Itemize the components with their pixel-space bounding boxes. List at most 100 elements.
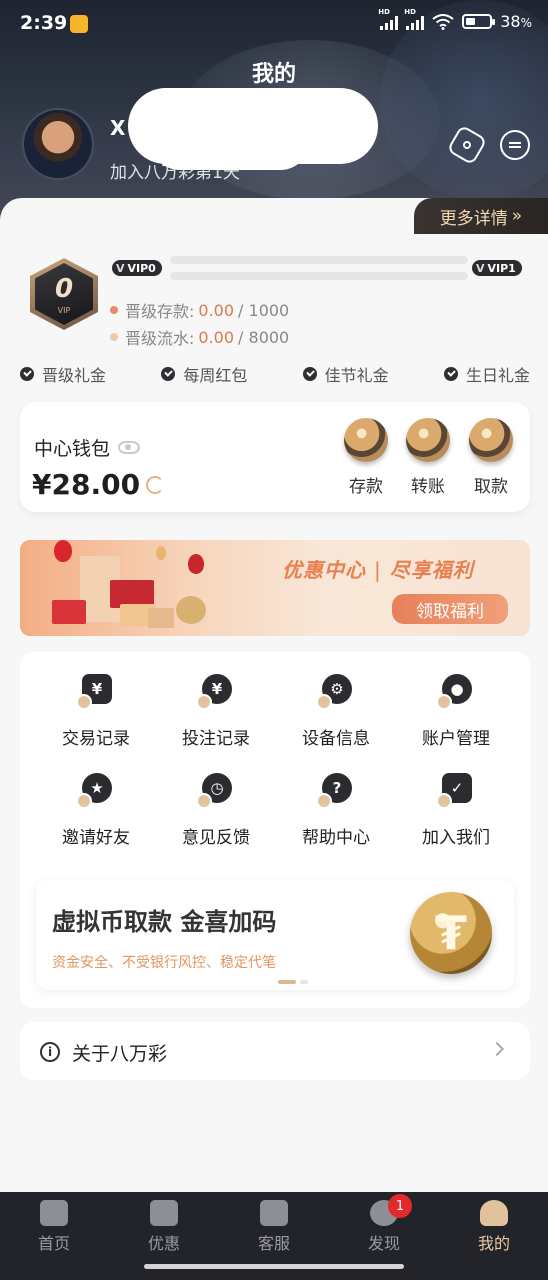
withdraw-button[interactable]: 取款	[461, 418, 521, 497]
more-details-label: 更多详情	[439, 208, 508, 229]
tab-mine[interactable]: 我的	[454, 1200, 534, 1254]
vip-v-icon: V	[476, 261, 485, 275]
turnover-total: / 8000	[238, 327, 290, 347]
vip-v-icon: V	[116, 261, 125, 275]
chat-icon	[260, 1200, 288, 1226]
eye-icon[interactable]	[118, 441, 141, 454]
vip-next-tag: V VIP1	[472, 260, 522, 276]
signal-icon: HD	[404, 8, 425, 30]
double-chevron-right-icon: »	[511, 206, 523, 226]
wallet-title-row: 中心钱包	[34, 434, 141, 461]
users-icon: ●	[436, 672, 476, 712]
hd-label: HD	[404, 7, 416, 16]
user-icon	[480, 1200, 508, 1226]
username: X	[110, 116, 126, 140]
transfer-button[interactable]: 转账	[398, 418, 458, 497]
vip-badge-level: 0	[54, 274, 74, 304]
notification-icon	[70, 15, 88, 33]
grid-item-feedback[interactable]: ◷ 意见反馈	[156, 771, 276, 848]
tab-customer-service[interactable]: 客服	[234, 1200, 314, 1254]
promo-banner[interactable]: 优惠中心 | 尽享福利 领取福利	[20, 540, 530, 636]
gift-box	[52, 600, 86, 624]
crypto-subline: 资金安全、不受银行风控、稳定代笔	[52, 955, 276, 971]
chevron-right-icon	[489, 1041, 505, 1057]
grid-item-device-info[interactable]: ⚙ 设备信息	[276, 672, 396, 749]
vip-perks: 晋级礼金 每周红包 佳节礼金 生日礼金	[20, 362, 530, 386]
deposit-coin-icon	[344, 418, 388, 462]
home-icon	[40, 1200, 68, 1226]
message-icon[interactable]	[500, 130, 530, 160]
withdraw-coin-icon	[469, 418, 513, 462]
vip-level-badge[interactable]: 0 VIP	[30, 258, 98, 330]
grid-item-account-management[interactable]: ● 账户管理	[396, 672, 516, 749]
about-label: 关于八万彩	[72, 1043, 168, 1065]
wallet-card: 中心钱包 ¥28.00 存款 转账 取款	[20, 402, 530, 512]
turnover-progress-bar	[170, 272, 468, 280]
deposit-total: / 1000	[238, 300, 290, 320]
tether-coin-icon: ₮	[410, 892, 492, 974]
star-shield-icon: ★	[76, 771, 116, 811]
grid-item-help-center[interactable]: ? 帮助中心	[276, 771, 396, 848]
status-time: 2:39	[20, 12, 68, 34]
perk-item: 生日礼金	[443, 362, 530, 386]
claim-bonus-button[interactable]: 领取福利	[392, 594, 508, 624]
wallet-title: 中心钱包	[34, 438, 111, 460]
pumpkin-ornament	[176, 596, 206, 624]
question-icon: ?	[316, 771, 356, 811]
transfer-coin-icon	[406, 418, 450, 462]
home-indicator[interactable]	[144, 1264, 404, 1269]
device-gear-icon: ⚙	[316, 672, 356, 712]
turnover-value: 0.00	[198, 327, 235, 347]
carousel-dots	[278, 980, 308, 984]
grid-item-bet-records[interactable]: ¥ 投注记录	[156, 672, 276, 749]
turnover-label: 晋级流水:	[125, 329, 195, 348]
feedback-clock-icon: ◷	[196, 771, 236, 811]
transaction-record-icon: ¥	[76, 672, 116, 712]
balloon	[188, 554, 204, 574]
avatar[interactable]	[22, 108, 94, 180]
vip-badge-label: VIP	[57, 306, 71, 315]
deposit-progress-bar	[170, 256, 468, 264]
tab-promotions[interactable]: 优惠	[124, 1200, 204, 1254]
grid-item-invite-friends[interactable]: ★ 邀请好友	[36, 771, 156, 848]
crypto-headline: 虚拟币取款 金喜加码	[52, 908, 277, 936]
vip-current-tag: V VIP0	[112, 260, 162, 276]
wallet-balance: ¥28.00	[32, 468, 165, 501]
deposit-label: 晋级存款:	[125, 302, 195, 321]
check-circle-icon	[20, 367, 34, 381]
vip-deposit-line: 晋级存款: 0.00 / 1000	[110, 298, 289, 322]
info-icon: i	[40, 1042, 60, 1062]
status-bar: 2:39 HD HD 38%	[0, 0, 548, 48]
deposit-dot	[110, 306, 118, 314]
gift-illustration	[52, 540, 212, 630]
balloon	[54, 540, 72, 562]
battery-icon	[462, 14, 496, 29]
wifi-icon	[432, 13, 454, 30]
deposit-button[interactable]: 存款	[336, 418, 396, 497]
more-details-button[interactable]: 更多详情 »	[414, 198, 548, 234]
crypto-withdraw-banner[interactable]: 虚拟币取款 金喜加码 资金安全、不受银行风控、稳定代笔 ₮	[36, 880, 514, 990]
bet-record-icon: ¥	[196, 672, 236, 712]
perk-item: 每周红包	[161, 362, 247, 386]
promo-slogan: 优惠中心 | 尽享福利	[282, 558, 474, 582]
turnover-dot	[110, 333, 118, 341]
tab-discover[interactable]: 发现	[344, 1200, 424, 1254]
gift-box	[148, 608, 174, 628]
signal-icon: HD	[378, 8, 399, 30]
check-circle-icon	[443, 367, 458, 381]
hd-label: HD	[378, 7, 390, 16]
grid-item-join-us[interactable]: ✓ 加入我们	[396, 771, 516, 848]
about-row[interactable]: i 关于八万彩	[20, 1022, 530, 1080]
services-card: ¥ 交易记录 ¥ 投注记录 ⚙ 设备信息 ● 账户管理 ★ 邀请好友 ◷ 意见反…	[20, 652, 530, 1008]
services-grid: ¥ 交易记录 ¥ 投注记录 ⚙ 设备信息 ● 账户管理 ★ 邀请好友 ◷ 意见反…	[36, 672, 516, 848]
balloon	[156, 546, 166, 560]
tab-home[interactable]: 首页	[14, 1200, 94, 1254]
check-circle-icon	[161, 367, 176, 381]
perk-item: 佳节礼金	[302, 362, 389, 386]
grid-item-transaction-records[interactable]: ¥ 交易记录	[36, 672, 156, 749]
battery-percent: 38%	[500, 12, 532, 31]
join-card-icon: ✓	[436, 771, 476, 811]
refresh-icon[interactable]	[146, 475, 165, 494]
page-title: 我的	[251, 62, 296, 87]
discover-badge: 1	[388, 1194, 412, 1218]
